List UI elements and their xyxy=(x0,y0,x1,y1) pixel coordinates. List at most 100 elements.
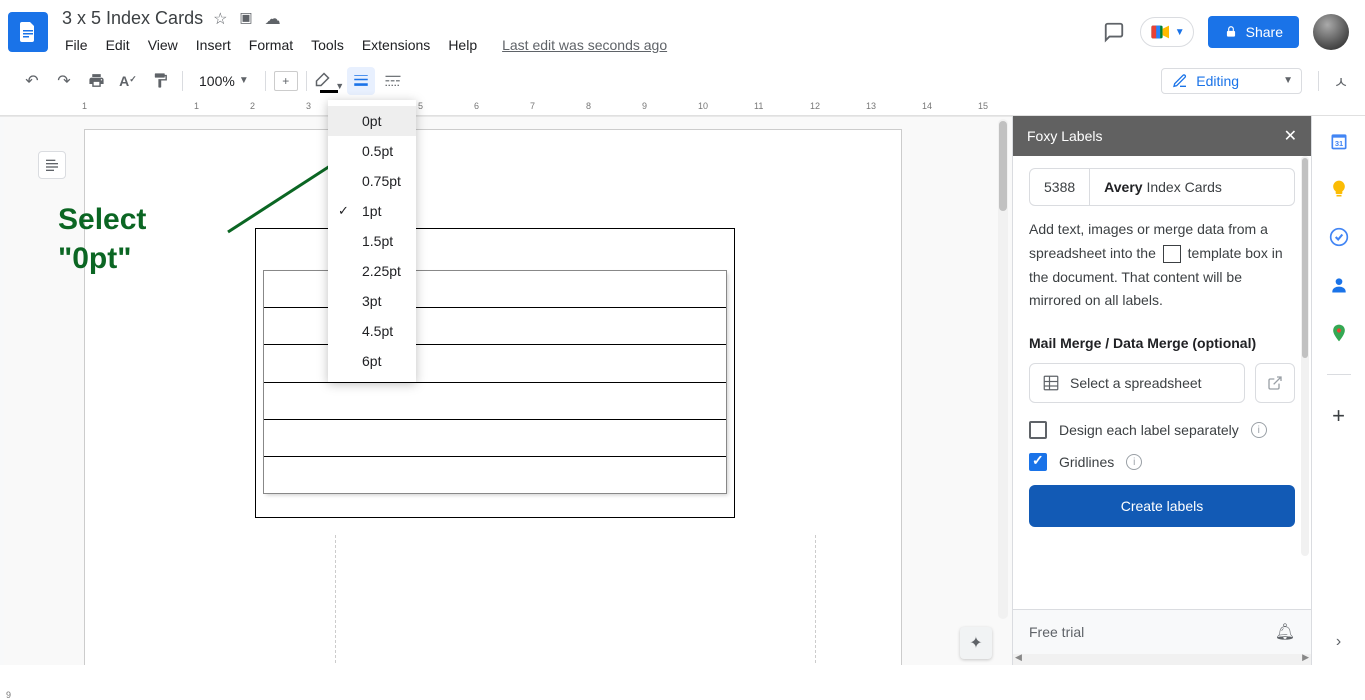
undo-button[interactable]: ↶ xyxy=(18,67,46,95)
border-width-option[interactable]: 2.25pt xyxy=(328,256,416,286)
design-separately-option[interactable]: Design each label separately i xyxy=(1029,421,1295,439)
option-label: 6pt xyxy=(362,353,381,369)
create-labels-button[interactable]: Create labels xyxy=(1029,485,1295,527)
label-template-outer[interactable] xyxy=(255,228,735,518)
editing-mode-selector[interactable]: Editing ▼ xyxy=(1161,68,1302,94)
margin-guide xyxy=(815,535,816,665)
header-actions: ▼ Share xyxy=(1102,8,1349,50)
menu-format[interactable]: Format xyxy=(242,33,300,57)
design-separately-label: Design each label separately xyxy=(1059,422,1239,438)
redo-button[interactable]: ↷ xyxy=(50,67,78,95)
option-label: 0.75pt xyxy=(362,173,401,189)
tasks-icon[interactable] xyxy=(1328,226,1350,248)
menu-view[interactable]: View xyxy=(141,33,185,57)
bell-icon[interactable]: 🔔︎ xyxy=(1275,622,1295,642)
gridlines-option[interactable]: Gridlines i xyxy=(1029,453,1295,471)
zoom-selector[interactable]: 100%▼ xyxy=(195,73,253,89)
menu-edit[interactable]: Edit xyxy=(99,33,137,57)
chevron-down-icon: ▼ xyxy=(1175,27,1185,38)
border-width-option[interactable]: 0pt xyxy=(328,106,416,136)
menu-extensions[interactable]: Extensions xyxy=(355,33,437,57)
info-icon[interactable]: i xyxy=(1251,422,1267,438)
hide-sidebar-button[interactable]: ㅅ xyxy=(1327,67,1355,95)
gridlines-label: Gridlines xyxy=(1059,454,1114,470)
border-width-option[interactable]: 3pt xyxy=(328,286,416,316)
border-dash-button[interactable] xyxy=(379,67,407,95)
mail-merge-title: Mail Merge / Data Merge (optional) xyxy=(1029,335,1295,351)
print-button[interactable] xyxy=(82,67,110,95)
close-icon[interactable]: ✕ xyxy=(1284,126,1297,146)
annotation-text-2: "0pt" xyxy=(58,239,146,278)
select-spreadsheet-label: Select a spreadsheet xyxy=(1070,375,1202,391)
border-width-option[interactable]: 0.5pt xyxy=(328,136,416,166)
insert-image-button[interactable]: + xyxy=(274,71,298,91)
menu-file[interactable]: File xyxy=(58,33,95,57)
table-row[interactable] xyxy=(264,420,726,457)
keep-icon[interactable] xyxy=(1328,178,1350,200)
spellcheck-button[interactable]: A✓ xyxy=(114,67,142,95)
sidebar-title: Foxy Labels xyxy=(1027,128,1102,144)
template-name: Avery Index Cards xyxy=(1090,169,1236,205)
checkbox-unchecked[interactable] xyxy=(1029,421,1047,439)
comments-icon[interactable] xyxy=(1102,20,1126,44)
border-width-option[interactable]: 4.5pt xyxy=(328,316,416,346)
vertical-scrollbar[interactable] xyxy=(998,119,1008,619)
border-width-option[interactable]: 1.5pt xyxy=(328,226,416,256)
foxy-labels-sidebar: Foxy Labels ✕ 5388 Avery Index Cards Add… xyxy=(1012,116,1311,665)
document-canvas[interactable]: ✦ xyxy=(0,116,1012,665)
contacts-icon[interactable] xyxy=(1328,274,1350,296)
docs-logo[interactable] xyxy=(8,12,48,52)
border-width-button[interactable] xyxy=(347,67,375,95)
document-title[interactable]: 3 x 5 Index Cards xyxy=(62,8,203,29)
sidebar-horizontal-scrollbar[interactable] xyxy=(1013,654,1311,665)
cloud-status-icon[interactable]: ☁ xyxy=(265,9,281,29)
border-width-dropdown: 0pt0.5pt 0.75pt ✓ 1pt 1.5pt 2.25pt 3pt4.5pt 6pt xyxy=(328,100,416,382)
select-spreadsheet-button[interactable]: Select a spreadsheet xyxy=(1029,363,1245,403)
annotation-text-1: Select xyxy=(58,200,146,239)
share-button[interactable]: Share xyxy=(1208,16,1299,48)
last-edit-link[interactable]: Last edit was seconds ago xyxy=(502,37,667,53)
document-outline-button[interactable] xyxy=(38,151,66,179)
template-selector[interactable]: 5388 Avery Index Cards xyxy=(1029,168,1295,206)
border-width-option[interactable]: ✓ 1pt xyxy=(328,196,416,226)
border-width-option[interactable]: 6pt xyxy=(328,346,416,376)
menu-help[interactable]: Help xyxy=(441,33,484,57)
border-width-option[interactable]: 0.75pt xyxy=(328,166,416,196)
option-label: 1pt xyxy=(362,203,381,219)
table-row[interactable] xyxy=(264,383,726,420)
svg-text:31: 31 xyxy=(1334,139,1342,148)
option-label: 2.25pt xyxy=(362,263,401,279)
border-color-button[interactable]: ▼ xyxy=(315,67,343,95)
side-panel-rail: 31 + › xyxy=(1311,116,1365,665)
collapse-rail-icon[interactable]: › xyxy=(1328,631,1350,653)
menu-tools[interactable]: Tools xyxy=(304,33,351,57)
checkbox-checked[interactable] xyxy=(1029,453,1047,471)
add-addon-icon[interactable]: + xyxy=(1328,405,1350,427)
check-icon: ✓ xyxy=(338,203,349,219)
user-avatar[interactable] xyxy=(1313,14,1349,50)
info-icon[interactable]: i xyxy=(1126,454,1142,470)
template-number: 5388 xyxy=(1030,169,1090,205)
star-icon[interactable]: ☆ xyxy=(213,9,227,29)
trial-label: Free trial xyxy=(1029,624,1084,640)
title-area: 3 x 5 Index Cards ☆ ▣ ☁ File Edit View I… xyxy=(56,8,1102,57)
open-external-button[interactable] xyxy=(1255,363,1295,403)
share-label: Share xyxy=(1246,24,1283,40)
sidebar-description: Add text, images or merge data from a sp… xyxy=(1029,218,1295,313)
meet-button[interactable]: ▼ xyxy=(1140,17,1194,47)
sidebar-vertical-scrollbar[interactable] xyxy=(1301,156,1309,556)
chevron-down-icon: ▼ xyxy=(239,75,249,86)
chevron-down-icon: ▼ xyxy=(1283,75,1293,86)
move-icon[interactable]: ▣ xyxy=(239,9,252,29)
app-header: 3 x 5 Index Cards ☆ ▣ ☁ File Edit View I… xyxy=(0,0,1365,60)
calendar-icon[interactable]: 31 xyxy=(1328,130,1350,152)
paint-format-button[interactable] xyxy=(146,67,174,95)
table-row[interactable] xyxy=(264,457,726,493)
menu-insert[interactable]: Insert xyxy=(189,33,238,57)
horizontal-ruler[interactable]: 112345678910111213141516 xyxy=(0,100,1365,116)
explore-button[interactable]: ✦ xyxy=(960,627,992,659)
menu-bar: File Edit View Insert Format Tools Exten… xyxy=(56,29,1102,57)
toolbar: ↶ ↷ A✓ 100%▼ + ▼ Editing ▼ ㅅ xyxy=(0,60,1365,100)
maps-icon[interactable] xyxy=(1328,322,1350,344)
option-label: 1.5pt xyxy=(362,233,393,249)
